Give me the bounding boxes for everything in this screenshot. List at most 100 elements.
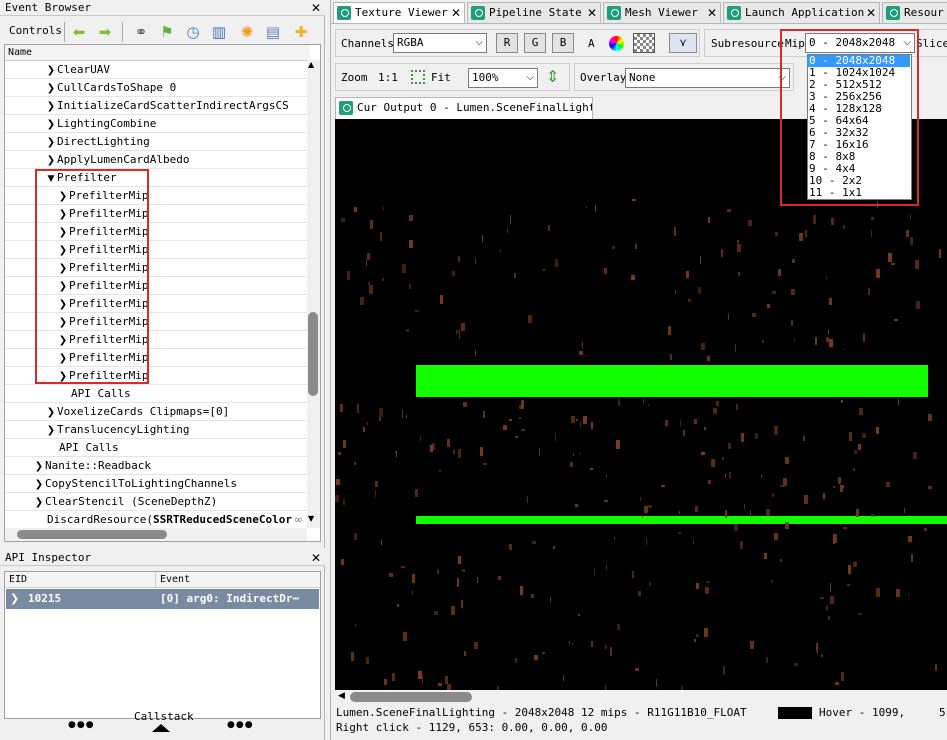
texture-speck (679, 511, 680, 514)
fit-icon[interactable] (411, 70, 425, 84)
texture-speck (458, 556, 461, 564)
texture-hscroll-thumb[interactable] (350, 692, 472, 702)
tree-vscrollbar[interactable]: ▲ ▼ (307, 60, 320, 528)
texture-speck (785, 522, 789, 529)
chevron-right-icon[interactable]: ❯ (33, 476, 45, 492)
tree-vscroll-thumb[interactable] (308, 312, 318, 396)
tab-texture-viewer[interactable]: Texture Viewer ✕ (333, 2, 465, 23)
callstack-expand-icon[interactable] (152, 724, 170, 732)
tab-launch-application[interactable]: Launch Application ✕ (723, 2, 880, 23)
channels-select[interactable]: RGBA ⌵ (393, 33, 487, 53)
callstack-label[interactable]: Callstack (134, 710, 194, 723)
chevron-right-icon[interactable]: ❯ (45, 422, 57, 438)
tree-row[interactable]: ❯ CullCardsToShape 0 (5, 79, 307, 97)
texture-speck (876, 269, 880, 278)
tree-row[interactable]: API Calls (5, 385, 307, 403)
color-wheel-icon[interactable] (609, 36, 624, 51)
chevron-right-icon[interactable]: ❯ (45, 62, 57, 78)
mip-option[interactable]: 11 - 1x1 (807, 187, 910, 199)
chevron-right-icon[interactable]: ❯ (45, 404, 57, 420)
red-channel-button[interactable]: R (496, 33, 518, 53)
puzzle-icon[interactable]: ✚ (290, 21, 312, 43)
tree-row[interactable]: ❯ TranslucencyLighting (5, 421, 307, 439)
texture-speck (700, 256, 701, 264)
close-icon[interactable]: ✕ (451, 3, 461, 23)
overlay-select[interactable]: None ⌵ (625, 68, 790, 88)
more-left-icon[interactable]: ●●● (68, 720, 95, 730)
tree-row[interactable]: ❯ InitializeCardScatterIndirectArgsCS (5, 97, 307, 115)
texture-speck (706, 581, 710, 583)
alpha-channel-toggle[interactable]: A (588, 37, 595, 50)
scroll-down-icon[interactable]: ▼ (308, 514, 314, 523)
texture-speck (755, 433, 758, 439)
column-header-event[interactable]: Event (156, 572, 320, 588)
tree-row[interactable]: ❯ ClearUAV (5, 61, 307, 79)
tree-hscroll-thumb[interactable] (17, 530, 167, 539)
more-right-icon[interactable]: ●●● (227, 720, 254, 730)
scroll-left-icon[interactable]: ◀ (338, 691, 345, 701)
texture-speck (498, 576, 501, 580)
tree-row[interactable]: ❯ CopyStencilToLightingChannels (5, 475, 307, 493)
expand-chevron-icon[interactable]: ❯ (10, 589, 19, 609)
chevron-right-icon[interactable]: ❯ (45, 116, 57, 132)
bookmark-flag-icon[interactable]: ⚑ (156, 21, 178, 43)
tree-row[interactable]: ❯ DirectLighting (5, 133, 307, 151)
tree-row[interactable]: ❯ ApplyLumenCardAlbedo (5, 151, 307, 169)
forward-arrow-icon[interactable]: ➡ (94, 21, 116, 43)
chevron-right-icon[interactable]: ❯ (45, 80, 57, 96)
texture-speck (367, 422, 368, 425)
table-row[interactable]: ❯ 10215 [0] arg0: IndirectDr⋯ (6, 589, 319, 609)
tree-row[interactable]: DiscardResource(SSRTReducedSceneColor ∞ (5, 511, 307, 529)
tree-hscrollbar[interactable] (5, 528, 307, 541)
texture-speck (707, 356, 710, 361)
status-hover: Hover - 1099, (819, 706, 906, 719)
tree-row[interactable]: API Calls (5, 439, 307, 457)
column-header-eid[interactable]: EID (5, 572, 156, 588)
export-icon[interactable]: ▤ (262, 21, 284, 43)
timer-icon[interactable]: ◷ (182, 21, 204, 43)
close-icon[interactable]: ✕ (587, 3, 597, 23)
tree-row[interactable]: ❯ LightingCombine (5, 115, 307, 133)
close-icon[interactable]: ✕ (707, 3, 717, 23)
close-icon[interactable]: ✕ (866, 3, 876, 23)
texture-speck (363, 427, 365, 432)
range-updown-icon[interactable]: ⇕ (546, 67, 559, 86)
texture-speck (503, 425, 507, 430)
tab-resource[interactable]: Resour (882, 2, 947, 23)
tree-row[interactable]: ❯ ClearStencil (SceneDepthZ) (5, 493, 307, 511)
fit-button[interactable]: Fit (431, 71, 451, 84)
tab-cur-output[interactable]: Cur Output 0 - Lumen.SceneFinalLight⋯ (335, 97, 593, 119)
chevron-right-icon[interactable]: ❯ (45, 134, 57, 150)
column-header-name[interactable]: Name (5, 45, 310, 61)
green-channel-button[interactable]: G (524, 33, 546, 53)
chevron-right-icon[interactable]: ❯ (33, 494, 45, 510)
scroll-up-icon[interactable]: ▲ (308, 60, 314, 69)
zoom-one-to-one-button[interactable]: 1:1 (378, 71, 398, 84)
blue-channel-button[interactable]: B (552, 33, 574, 53)
zoom-select[interactable]: 100% ⌵ (468, 68, 538, 88)
texture-speck (847, 584, 850, 586)
chevron-right-icon[interactable]: ❯ (33, 458, 45, 474)
link-icon[interactable]: ∞ (294, 513, 303, 526)
checkerboard-icon[interactable] (633, 33, 655, 53)
tab-mesh-viewer[interactable]: Mesh Viewer ✕ (603, 2, 721, 23)
texture-speck (392, 673, 395, 681)
back-arrow-icon[interactable]: ⬅ (68, 21, 90, 43)
find-binoculars-icon[interactable]: ⚭ (130, 21, 152, 43)
stats-icon[interactable]: ▥ (208, 21, 230, 43)
texture-hscrollbar[interactable]: ◀ (335, 690, 947, 704)
texture-speck (617, 624, 620, 630)
settings-gear-icon[interactable]: ✺ (236, 21, 258, 43)
flip-channels-button[interactable]: ⋎ (669, 33, 697, 53)
texture-speck (701, 452, 705, 455)
chevron-right-icon[interactable]: ❯ (45, 98, 57, 114)
tree-row[interactable]: ❯ VoxelizeCards Clipmaps=[0] (5, 403, 307, 421)
close-icon[interactable]: ✕ (309, 550, 323, 566)
chevron-right-icon[interactable]: ❯ (45, 152, 57, 168)
tree-row[interactable]: ❯ Nanite::Readback (5, 457, 307, 475)
texture-speck (728, 443, 731, 449)
texture-speck (748, 220, 752, 226)
texture-speck (579, 351, 583, 355)
close-icon[interactable]: ✕ (309, 0, 323, 16)
tab-pipeline-state[interactable]: Pipeline State ✕ (467, 2, 601, 23)
